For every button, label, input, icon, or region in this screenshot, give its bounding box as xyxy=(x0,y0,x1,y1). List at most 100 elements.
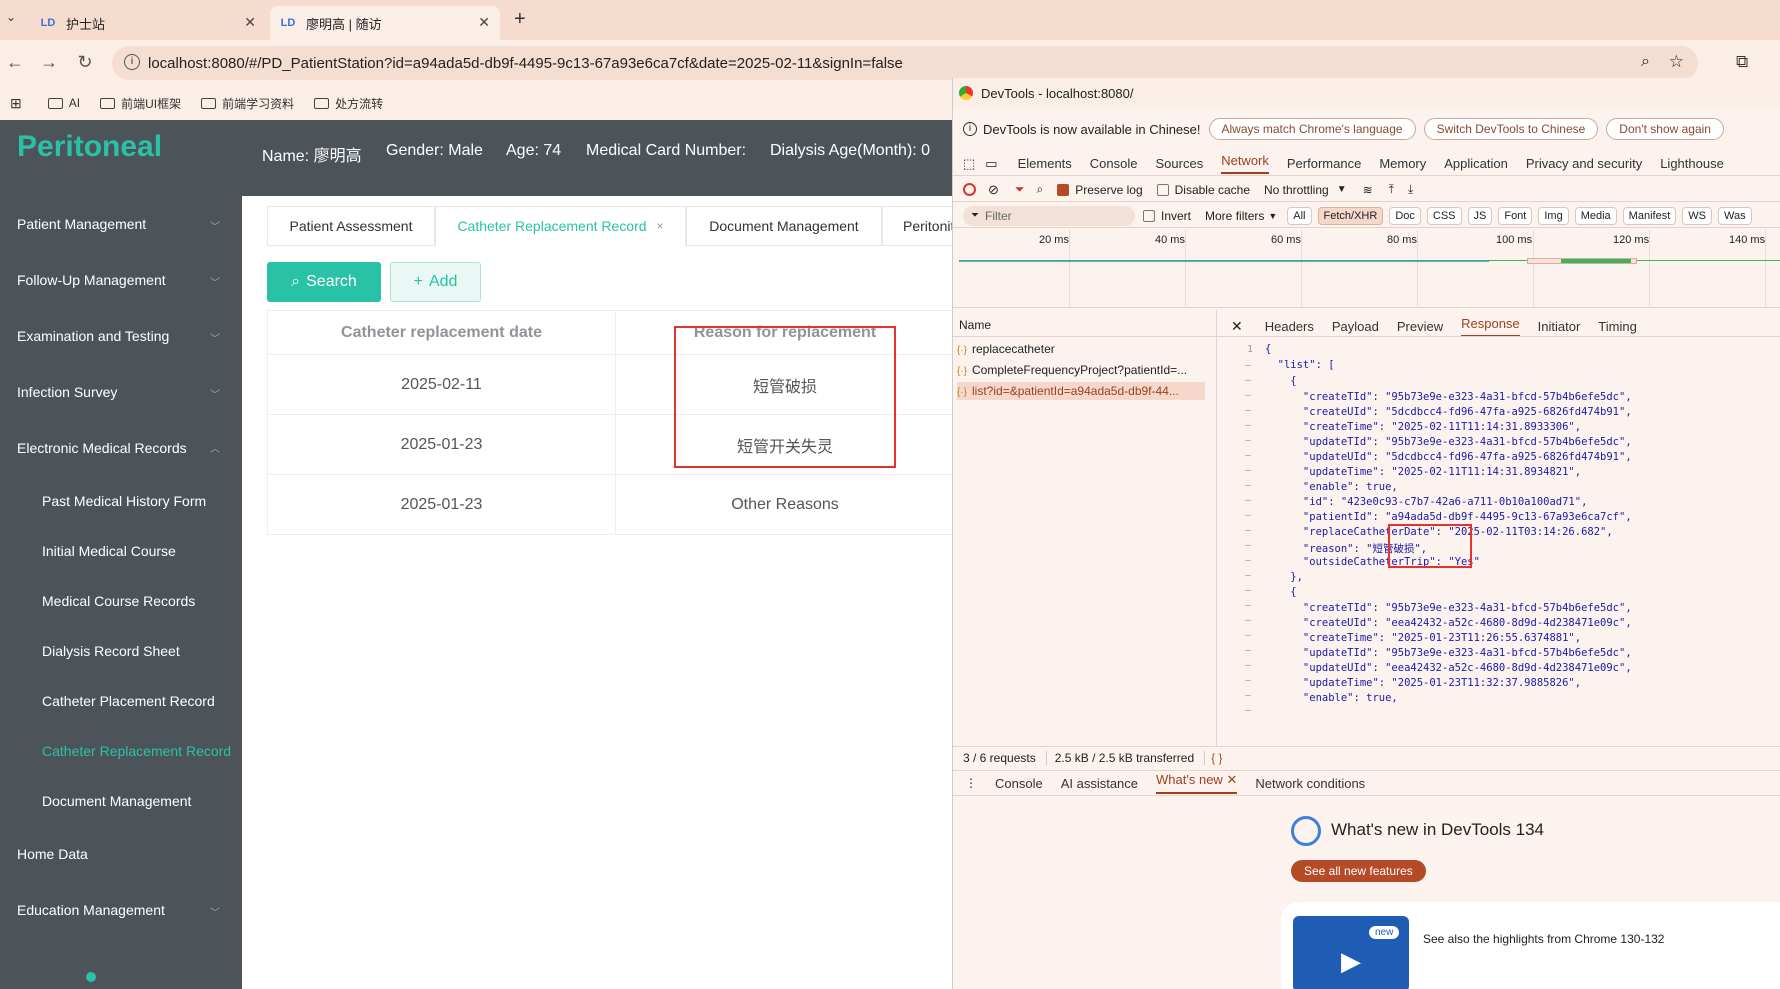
browser-tab-2[interactable]: LD 廖明高 | 随访 ✕ xyxy=(270,6,500,40)
filter-all[interactable]: All xyxy=(1287,206,1312,225)
filter-media[interactable]: Media xyxy=(1574,206,1617,225)
browser-tab-1[interactable]: LD 护士站 ✕ xyxy=(30,6,266,40)
sidebar-item-home-data[interactable]: Home Data xyxy=(17,846,88,862)
sidebar-subitem-catheter-replacement[interactable]: Catheter Replacement Record xyxy=(42,743,231,759)
video-thumbnail[interactable]: new ▶ xyxy=(1293,916,1409,989)
forward-arrow-icon[interactable]: → xyxy=(38,52,60,73)
network-conditions-icon[interactable]: ≋ xyxy=(1363,183,1373,197)
add-button[interactable]: + Add xyxy=(390,262,481,302)
tab-favicon-icon: LD xyxy=(280,17,296,29)
pretty-print-icon[interactable]: { } xyxy=(1204,750,1222,765)
record-icon[interactable] xyxy=(963,183,976,196)
sidebar-subitem-dialysis-record[interactable]: Dialysis Record Sheet xyxy=(42,643,180,659)
extensions-icon[interactable]: ⧉ xyxy=(1736,52,1748,72)
disable-cache-checkbox[interactable] xyxy=(1156,183,1169,196)
sidebar-subitem-catheter-placement[interactable]: Catheter Placement Record xyxy=(42,693,215,709)
close-detail-icon[interactable]: ✕ xyxy=(1231,318,1243,335)
address-bar[interactable]: i localhost:8080/#/PD_PatientStation?id=… xyxy=(112,46,1698,80)
panel-application[interactable]: Application xyxy=(1444,156,1508,171)
detail-tab-response[interactable]: Response xyxy=(1461,316,1520,337)
zoom-icon[interactable]: ⌕ xyxy=(1641,53,1650,71)
close-tab-icon[interactable]: × xyxy=(657,219,664,233)
bookmark-folder[interactable]: 处方流转 xyxy=(314,95,383,112)
tab-list-chevron-icon[interactable]: ⌄ xyxy=(6,10,16,24)
close-tab-icon[interactable]: ✕ xyxy=(478,14,490,31)
inspect-element-icon[interactable]: ⬚ xyxy=(963,156,975,172)
invert-checkbox[interactable] xyxy=(1143,209,1155,222)
switch-chinese-button[interactable]: Switch DevTools to Chinese xyxy=(1423,118,1599,140)
drawer-tab-ai[interactable]: AI assistance xyxy=(1061,776,1138,791)
tab-catheter-replacement[interactable]: Catheter Replacement Record × xyxy=(435,206,686,246)
sidebar-subitem-document-management[interactable]: Document Management xyxy=(42,793,191,809)
panel-console[interactable]: Console xyxy=(1090,156,1138,171)
sidebar-item-examination[interactable]: Examination and Testing xyxy=(17,328,169,344)
filter-manifest[interactable]: Manifest xyxy=(1622,206,1677,225)
detail-tab-initiator[interactable]: Initiator xyxy=(1538,319,1581,334)
response-body[interactable]: 1 – – – – – – – – – – – – – – – – – – – … xyxy=(953,340,1780,744)
panel-network[interactable]: Network xyxy=(1221,153,1269,174)
table-row[interactable]: 2025-01-23 Other Reasons xyxy=(267,474,955,535)
filter-ws[interactable]: WS xyxy=(1682,206,1712,225)
filter-wasm[interactable]: Was xyxy=(1717,206,1752,225)
filter-css[interactable]: CSS xyxy=(1426,206,1462,225)
filter-funnel-icon[interactable]: ⏷ xyxy=(1015,182,1025,197)
more-filters-dropdown[interactable]: More filters xyxy=(1205,209,1264,223)
panel-lighthouse[interactable]: Lighthouse xyxy=(1660,156,1724,171)
detail-tab-timing[interactable]: Timing xyxy=(1598,319,1637,334)
sidebar-item-emr[interactable]: Electronic Medical Records xyxy=(17,440,187,456)
panel-sources[interactable]: Sources xyxy=(1156,156,1204,171)
detail-tab-payload[interactable]: Payload xyxy=(1332,319,1379,334)
sidebar-subitem-course-records[interactable]: Medical Course Records xyxy=(42,593,195,609)
site-info-icon[interactable]: i xyxy=(124,54,140,70)
search-icon[interactable]: ⌕ xyxy=(1037,182,1044,197)
close-icon[interactable]: ✕ xyxy=(1226,772,1237,787)
preserve-log-checkbox[interactable] xyxy=(1057,183,1070,196)
back-arrow-icon[interactable]: ← xyxy=(4,52,26,73)
see-all-features-button[interactable]: See all new features xyxy=(1291,860,1426,882)
panel-elements[interactable]: Elements xyxy=(1018,156,1072,171)
tab-document-management[interactable]: Document Management xyxy=(686,206,882,246)
drawer-tab-whats-new[interactable]: What's new ✕ xyxy=(1156,772,1238,794)
drawer-tab-console[interactable]: Console xyxy=(995,776,1043,791)
apps-grid-icon[interactable]: ⊞ xyxy=(10,95,22,112)
filter-fetch-xhr[interactable]: Fetch/XHR xyxy=(1317,206,1384,225)
panel-privacy[interactable]: Privacy and security xyxy=(1526,156,1642,171)
sidebar-item-infection-survey[interactable]: Infection Survey xyxy=(17,384,117,400)
sidebar-item-patient-management[interactable]: Patient Management xyxy=(17,216,146,232)
filter-font[interactable]: Font xyxy=(1498,206,1533,225)
bookmark-folder[interactable]: 前端UI框架 xyxy=(100,95,181,112)
panel-performance[interactable]: Performance xyxy=(1287,156,1361,171)
detail-tab-preview[interactable]: Preview xyxy=(1397,319,1443,334)
network-timeline-overview[interactable]: 20 ms 40 ms 60 ms 80 ms 100 ms 120 ms 14… xyxy=(953,230,1780,308)
throttling-select[interactable]: No throttling xyxy=(1264,183,1329,197)
tab-patient-assessment[interactable]: Patient Assessment xyxy=(267,206,435,246)
bookmark-folder[interactable]: 前端学习资料 xyxy=(201,95,294,112)
device-toolbar-icon[interactable]: ▭ xyxy=(985,156,997,172)
response-line: "enable": true, xyxy=(1265,481,1398,493)
sidebar-subitem-past-history[interactable]: Past Medical History Form xyxy=(42,493,206,509)
search-button[interactable]: ⌕ Search xyxy=(267,262,381,302)
export-har-icon[interactable]: ⤓ xyxy=(1408,182,1413,197)
import-har-icon[interactable]: ⤒ xyxy=(1389,182,1394,197)
highlights-card[interactable]: new ▶ See also the highlights from Chrom… xyxy=(1281,902,1780,989)
match-language-button[interactable]: Always match Chrome's language xyxy=(1208,118,1416,140)
detail-tab-headers[interactable]: Headers xyxy=(1265,319,1314,334)
close-tab-icon[interactable]: ✕ xyxy=(244,14,256,31)
dont-show-again-button[interactable]: Don't show again xyxy=(1606,118,1724,140)
drawer-tab-network-conditions[interactable]: Network conditions xyxy=(1255,776,1365,791)
filter-js[interactable]: JS xyxy=(1467,206,1493,225)
new-tab-plus-icon[interactable]: + xyxy=(514,8,526,31)
filter-doc[interactable]: Doc xyxy=(1389,206,1421,225)
bookmark-folder[interactable]: AI xyxy=(47,96,80,110)
panel-memory[interactable]: Memory xyxy=(1379,156,1426,171)
sidebar-item-follow-up[interactable]: Follow-Up Management xyxy=(17,272,166,288)
line-fold-marker: – xyxy=(1245,390,1252,401)
drawer-menu-icon[interactable]: ⋮ xyxy=(965,776,977,790)
filter-input[interactable]: ⏷ Filter xyxy=(963,205,1135,226)
sidebar-item-education[interactable]: Education Management xyxy=(17,902,165,918)
sidebar-subitem-initial-course[interactable]: Initial Medical Course xyxy=(42,543,176,559)
filter-img[interactable]: Img xyxy=(1538,206,1569,225)
clear-icon[interactable]: ⊘ xyxy=(988,182,999,198)
reload-icon[interactable]: ↻ xyxy=(74,52,96,73)
bookmark-star-icon[interactable]: ☆ xyxy=(1669,52,1684,72)
